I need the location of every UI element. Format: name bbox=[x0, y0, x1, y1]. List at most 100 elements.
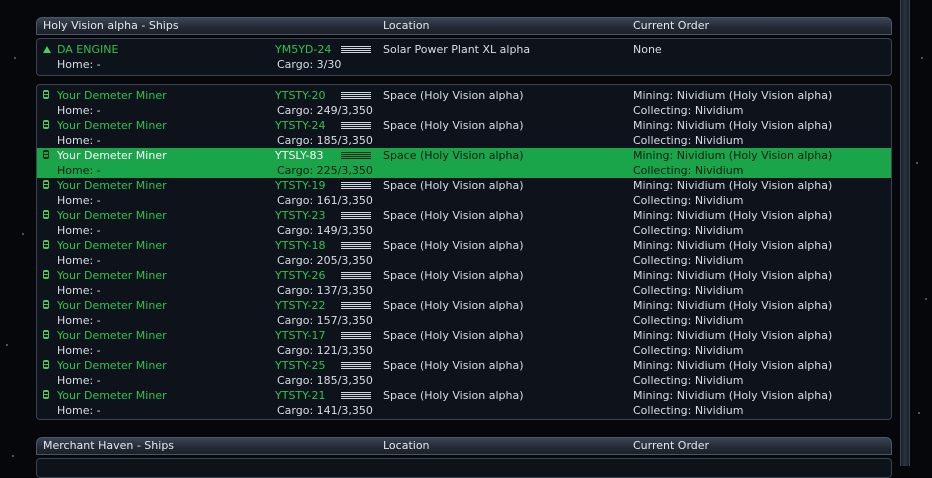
hull-bars-icon bbox=[341, 332, 371, 340]
ship-code: YTSTY-24 bbox=[275, 119, 326, 132]
ship-location: Space (Holy Vision alpha) bbox=[383, 299, 524, 312]
hull-bars-icon bbox=[341, 46, 371, 54]
table-row[interactable]: Your Demeter Miner Home: - YTSTY-25 Cargo: … bbox=[37, 358, 891, 388]
table-row[interactable]: Your Demeter Miner Home: - YTSTY-20 Cargo: … bbox=[37, 88, 891, 118]
ship-home: Home: - bbox=[57, 284, 101, 297]
miner-ship-icon bbox=[43, 300, 49, 309]
ship-location: Space (Holy Vision alpha) bbox=[383, 359, 524, 372]
ship-order: Mining: Nividium (Holy Vision alpha) bbox=[633, 89, 833, 102]
ship-location: Solar Power Plant XL alpha bbox=[383, 43, 531, 56]
table-row[interactable]: Your Demeter Miner Home: - YTSTY-22 Cargo: … bbox=[37, 298, 891, 328]
ship-name: Your Demeter Miner bbox=[57, 329, 167, 342]
table-row[interactable]: Your Demeter Miner Home: - YTSLY-83 Cargo: … bbox=[37, 148, 891, 178]
ship-home: Home: - bbox=[57, 404, 101, 417]
ship-cargo: Cargo: 161/3,350 bbox=[277, 194, 373, 207]
table-row[interactable]: Your Demeter Miner Home: - YTSTY-23 Cargo: … bbox=[37, 208, 891, 238]
ship-order-secondary: Collecting: Nividium bbox=[633, 224, 744, 237]
hull-bars-icon bbox=[341, 152, 371, 160]
ship-home: Home: - bbox=[57, 344, 101, 357]
ship-order: Mining: Nividium (Holy Vision alpha) bbox=[633, 359, 833, 372]
ship-panel-miners: Your Demeter Miner Home: - YTSTY-20 Cargo: … bbox=[36, 84, 892, 420]
ship-location: Space (Holy Vision alpha) bbox=[383, 149, 524, 162]
section-title: Merchant Haven - Ships bbox=[43, 439, 175, 452]
hull-bars-icon bbox=[341, 392, 371, 400]
ship-row-da-engine[interactable]: DA ENGINE Home: - YM5YD-24 Cargo: 3/30 S… bbox=[37, 42, 891, 72]
table-row[interactable]: Your Demeter Miner Home: - YTSTY-21 Cargo: … bbox=[37, 388, 891, 418]
ship-home: Home: - bbox=[57, 224, 101, 237]
section-header-holy-vision[interactable]: Holy Vision alpha - Ships Location Curre… bbox=[36, 17, 892, 35]
ship-home: Home: - bbox=[57, 194, 101, 207]
ship-location: Space (Holy Vision alpha) bbox=[383, 329, 524, 342]
ship-location: Space (Holy Vision alpha) bbox=[383, 389, 524, 402]
ship-order: Mining: Nividium (Holy Vision alpha) bbox=[633, 239, 833, 252]
hull-bars-icon bbox=[341, 302, 371, 310]
column-header-location[interactable]: Location bbox=[383, 438, 430, 454]
ship-code: YTSTY-26 bbox=[275, 269, 326, 282]
table-row[interactable]: Your Demeter Miner Home: - YTSTY-17 Cargo: … bbox=[37, 328, 891, 358]
miner-ship-icon bbox=[43, 270, 49, 279]
ship-location: Space (Holy Vision alpha) bbox=[383, 119, 524, 132]
ship-order: Mining: Nividium (Holy Vision alpha) bbox=[633, 209, 833, 222]
section-header-merchant-haven[interactable]: Merchant Haven - Ships Location Current … bbox=[36, 437, 892, 455]
ship-name: Your Demeter Miner bbox=[57, 149, 167, 162]
column-header-location[interactable]: Location bbox=[383, 18, 430, 34]
ship-home: Home: - bbox=[57, 374, 101, 387]
miner-ship-icon bbox=[43, 150, 49, 159]
ship-home: Home: - bbox=[57, 104, 101, 117]
ship-order-secondary: Collecting: Nividium bbox=[633, 374, 744, 387]
ship-name: Your Demeter Miner bbox=[57, 389, 167, 402]
ship-order-secondary: Collecting: Nividium bbox=[633, 344, 744, 357]
column-header-current-order[interactable]: Current Order bbox=[633, 438, 709, 454]
hull-bars-icon bbox=[341, 122, 371, 130]
ship-location: Space (Holy Vision alpha) bbox=[383, 209, 524, 222]
hull-bars-icon bbox=[341, 92, 371, 100]
triangle-up-icon bbox=[43, 46, 51, 53]
ship-home: Home: - bbox=[57, 134, 101, 147]
ship-name: Your Demeter Miner bbox=[57, 359, 167, 372]
miner-ship-icon bbox=[43, 330, 49, 339]
miner-ship-icon bbox=[43, 180, 49, 189]
scrollbar[interactable] bbox=[900, 0, 910, 466]
ship-order-secondary: Collecting: Nividium bbox=[633, 404, 744, 417]
ship-cargo: Cargo: 121/3,350 bbox=[277, 344, 373, 357]
ship-cargo: Cargo: 249/3,350 bbox=[277, 104, 373, 117]
table-row[interactable]: Your Demeter Miner Home: - YTSTY-19 Cargo: … bbox=[37, 178, 891, 208]
ship-order-secondary: Collecting: Nividium bbox=[633, 104, 744, 117]
ship-order: Mining: Nividium (Holy Vision alpha) bbox=[633, 269, 833, 282]
ship-order-secondary: Collecting: Nividium bbox=[633, 284, 744, 297]
miner-ship-icon bbox=[43, 120, 49, 129]
ship-code: YTSTY-18 bbox=[275, 239, 326, 252]
ship-panel-station-docked: DA ENGINE Home: - YM5YD-24 Cargo: 3/30 S… bbox=[36, 38, 892, 76]
ship-code: YTSTY-23 bbox=[275, 209, 326, 222]
ship-home: Home: - bbox=[57, 164, 101, 177]
miner-ship-icon bbox=[43, 90, 49, 99]
ship-location: Space (Holy Vision alpha) bbox=[383, 89, 524, 102]
ship-name: DA ENGINE bbox=[57, 43, 119, 56]
ship-code: YTSTY-20 bbox=[275, 89, 326, 102]
table-row[interactable]: Your Demeter Miner Home: - YTSTY-24 Cargo: … bbox=[37, 118, 891, 148]
ship-order-secondary: Collecting: Nividium bbox=[633, 254, 744, 267]
ship-location: Space (Holy Vision alpha) bbox=[383, 179, 524, 192]
table-row[interactable]: Your Demeter Miner Home: - YTSTY-18 Cargo: … bbox=[37, 238, 891, 268]
ship-name: Your Demeter Miner bbox=[57, 89, 167, 102]
ship-order: Mining: Nividium (Holy Vision alpha) bbox=[633, 389, 833, 402]
column-header-current-order[interactable]: Current Order bbox=[633, 18, 709, 34]
ship-order: None bbox=[633, 43, 662, 56]
ship-home: Home: - bbox=[57, 58, 101, 71]
table-row[interactable]: Your Demeter Miner Home: - YTSTY-26 Cargo: … bbox=[37, 268, 891, 298]
ship-name: Your Demeter Miner bbox=[57, 119, 167, 132]
section-title: Holy Vision alpha - Ships bbox=[43, 19, 179, 32]
ship-location: Space (Holy Vision alpha) bbox=[383, 269, 524, 282]
hull-bars-icon bbox=[341, 242, 371, 250]
ship-code: YTSTY-19 bbox=[275, 179, 326, 192]
ship-order-secondary: Collecting: Nividium bbox=[633, 164, 744, 177]
miner-ship-icon bbox=[43, 360, 49, 369]
ship-location: Space (Holy Vision alpha) bbox=[383, 239, 524, 252]
ship-code: YTSTY-22 bbox=[275, 299, 326, 312]
hull-bars-icon bbox=[341, 212, 371, 220]
ship-home: Home: - bbox=[57, 254, 101, 267]
ship-name: Your Demeter Miner bbox=[57, 209, 167, 222]
ship-name: Your Demeter Miner bbox=[57, 179, 167, 192]
ship-cargo: Cargo: 185/3,350 bbox=[277, 134, 373, 147]
ship-cargo: Cargo: 3/30 bbox=[277, 58, 342, 71]
